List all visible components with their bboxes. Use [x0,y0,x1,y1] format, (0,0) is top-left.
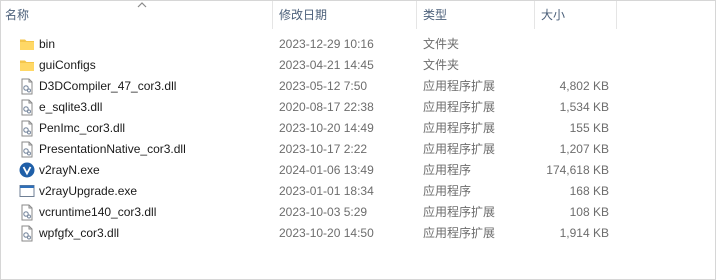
file-modified-date: 2023-12-29 10:16 [279,37,374,51]
file-size: 1,914 KB [559,226,609,240]
file-modified-date: 2023-10-20 14:49 [279,121,374,135]
file-row[interactable]: vcruntime140_cor3.dll 2023-10-03 5:29 应用程序… [1,202,715,223]
file-type: 应用程序 [423,184,472,198]
file-type: 应用程序扩展 [423,205,496,219]
file-name: e_sqlite3.dll [39,100,103,114]
file-type: 应用程序扩展 [423,121,496,135]
file-type: 应用程序 [423,163,472,177]
column-header-bar: 名称 修改日期 类型 大小 [1,1,715,29]
file-row[interactable]: PresentationNative_cor3.dll 2023-10-17 2:… [1,139,715,160]
file-name: PenImc_cor3.dll [39,121,126,135]
v2rayn-app-icon [19,162,35,179]
file-type: 文件夹 [423,58,460,72]
file-modified-date: 2023-01-01 18:34 [279,184,374,198]
file-row[interactable]: bin 2023-12-29 10:16 文件夹 [1,34,715,55]
file-modified-date: 2023-10-20 14:50 [279,226,374,240]
file-type: 应用程序扩展 [423,142,496,156]
dll-file-icon [19,225,35,242]
file-type: 应用程序扩展 [423,100,496,114]
column-header-type[interactable]: 类型 [423,1,447,29]
file-size: 4,802 KB [559,79,609,93]
file-row[interactable]: PenImc_cor3.dll 2023-10-20 14:49 应用程序扩展 155… [1,118,715,139]
file-name: v2rayUpgrade.exe [39,184,138,198]
dll-file-icon [19,99,35,116]
column-header-date[interactable]: 修改日期 [279,1,327,29]
file-modified-date: 2023-04-21 14:45 [279,58,374,72]
column-divider[interactable] [416,1,417,29]
file-row[interactable]: e_sqlite3.dll 2020-08-17 22:38 应用程序扩展 1,534… [1,97,715,118]
file-modified-date: 2023-05-12 7:50 [279,79,368,93]
file-row[interactable]: guiConfigs 2023-04-21 14:45 文件夹 [1,55,715,76]
column-divider[interactable] [272,1,273,29]
file-name: vcruntime140_cor3.dll [39,205,157,219]
file-size: 155 KB [569,121,609,135]
dll-file-icon [19,141,35,158]
file-size: 1,207 KB [559,142,609,156]
file-row[interactable]: wpfgfx_cor3.dll 2023-10-20 14:50 应用程序扩展 1,9… [1,223,715,244]
column-divider[interactable] [616,1,617,29]
file-modified-date: 2020-08-17 22:38 [279,100,374,114]
folder-icon [19,57,35,74]
column-divider[interactable] [534,1,535,29]
file-row[interactable]: D3DCompiler_47_cor3.dll 2023-05-12 7:50 应用… [1,76,715,97]
file-size: 108 KB [569,205,609,219]
file-modified-date: 2023-10-03 5:29 [279,205,368,219]
file-type: 应用程序扩展 [423,79,496,93]
file-name: v2rayN.exe [39,163,100,177]
file-modified-date: 2023-10-17 2:22 [279,142,368,156]
file-name: bin [39,37,56,51]
file-name: PresentationNative_cor3.dll [39,142,186,156]
dll-file-icon [19,120,35,137]
file-row[interactable]: v2rayUpgrade.exe 2023-01-01 18:34 应用程序 168 … [1,181,715,202]
file-row[interactable]: v2rayN.exe 2024-01-06 13:49 应用程序 174,618 KB [1,160,715,181]
file-name: wpfgfx_cor3.dll [39,226,120,240]
file-type: 文件夹 [423,37,460,51]
file-type: 应用程序扩展 [423,226,496,240]
column-header-name[interactable]: 名称 [5,1,29,29]
folder-icon [19,36,35,53]
file-size: 168 KB [569,184,609,198]
file-name: guiConfigs [39,58,96,72]
dll-file-icon [19,78,35,95]
exe-window-icon [19,183,35,200]
file-size: 1,534 KB [559,100,609,114]
file-modified-date: 2024-01-06 13:49 [279,163,374,177]
sort-ascending-icon [137,1,147,9]
file-list: bin 2023-12-29 10:16 文件夹 guiConfigs 2023-04-… [1,34,715,244]
dll-file-icon [19,204,35,221]
column-header-size[interactable]: 大小 [541,1,565,29]
file-name: D3DCompiler_47_cor3.dll [39,79,177,93]
file-size: 174,618 KB [546,163,609,177]
